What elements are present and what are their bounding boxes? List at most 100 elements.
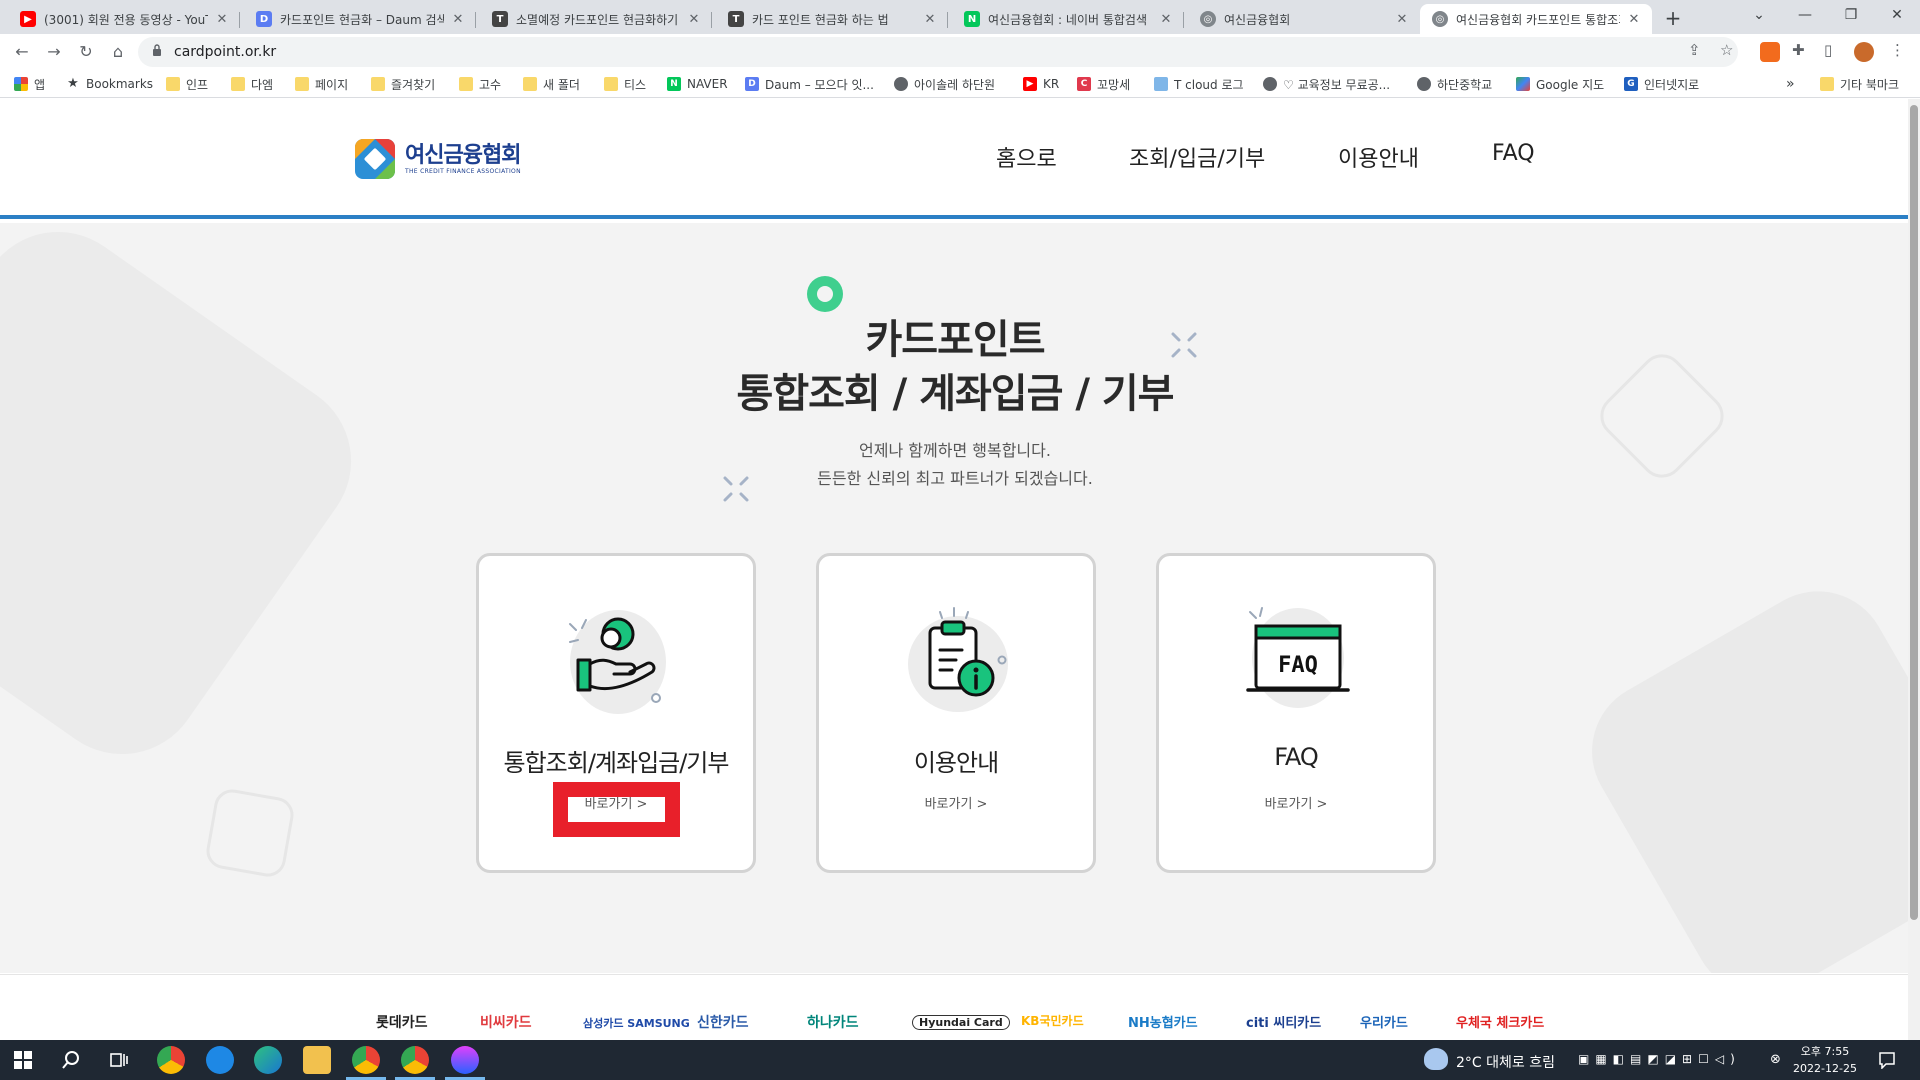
partner-logo[interactable]: NH농협카드 bbox=[1128, 1012, 1198, 1031]
forward-button[interactable]: → bbox=[42, 40, 66, 64]
card-go-link[interactable]: 바로가기 > bbox=[1159, 793, 1433, 812]
site-logo[interactable]: 여신금융협회 THE CREDIT FINANCE ASSOCIATION bbox=[355, 139, 521, 179]
new-tab-button[interactable]: + bbox=[1660, 6, 1686, 32]
bookmark-item[interactable]: G 인터넷지로 bbox=[1624, 75, 1699, 93]
nav-lookup-deposit-donate[interactable]: 조회/입금/기부 bbox=[1129, 141, 1265, 173]
tab-search-button[interactable]: ⌄ bbox=[1736, 0, 1782, 34]
bookmark-item[interactable]: 즐겨찾기 bbox=[371, 75, 435, 93]
drop-app-icon[interactable] bbox=[451, 1046, 479, 1074]
share-icon[interactable]: ⇪ bbox=[1688, 41, 1701, 59]
logo-english-text: THE CREDIT FINANCE ASSOCIATION bbox=[405, 167, 521, 175]
folder-icon bbox=[1820, 77, 1834, 91]
extensions-puzzle-icon[interactable]: ✚ bbox=[1792, 41, 1805, 59]
bookmark-item[interactable]: 다엠 bbox=[231, 75, 273, 93]
chrome-profile-icon[interactable] bbox=[401, 1046, 429, 1074]
action-center-icon[interactable] bbox=[1878, 1051, 1896, 1069]
edge-icon[interactable] bbox=[254, 1046, 282, 1074]
close-tab-icon[interactable]: ✕ bbox=[1158, 12, 1174, 27]
browser-tab[interactable]: D 카드포인트 현금화 – Daum 검색 ✕ bbox=[244, 4, 476, 34]
bookmark-item[interactable]: 페이지 bbox=[295, 75, 348, 93]
partner-logo[interactable]: 신한카드 bbox=[697, 1012, 749, 1032]
browser-tab[interactable]: ▶ (3001) 회원 전용 동영상 - YouTube ✕ bbox=[8, 4, 240, 34]
partner-logo[interactable]: 롯데카드 bbox=[376, 1012, 428, 1032]
search-icon[interactable] bbox=[62, 1051, 80, 1069]
close-tab-icon[interactable]: ✕ bbox=[214, 12, 230, 27]
internet-explorer-icon[interactable] bbox=[206, 1046, 234, 1074]
reload-button[interactable]: ↻ bbox=[74, 40, 98, 64]
minimize-button[interactable]: — bbox=[1782, 0, 1828, 34]
partner-logo[interactable]: 우리카드 bbox=[1360, 1012, 1408, 1031]
page-scrollbar[interactable] bbox=[1908, 99, 1920, 1040]
background-shape bbox=[0, 223, 383, 786]
close-tab-icon[interactable]: ✕ bbox=[1394, 12, 1410, 27]
restore-button[interactable]: ❐ bbox=[1828, 0, 1874, 34]
bookmark-item[interactable]: 하단중학교 bbox=[1417, 75, 1492, 93]
menu-kebab-icon[interactable]: ⋮ bbox=[1890, 41, 1905, 59]
nav-faq[interactable]: FAQ bbox=[1492, 141, 1535, 166]
card-go-link[interactable]: 바로가기 > bbox=[819, 793, 1093, 812]
card-guide[interactable]: 이용안내 바로가기 > bbox=[816, 553, 1096, 873]
nav-guide[interactable]: 이용안내 bbox=[1338, 141, 1419, 173]
browser-tab[interactable]: N 여신금융협회 : 네이버 통합검색 ✕ bbox=[952, 4, 1184, 34]
other-bookmarks[interactable]: 기타 북마크 bbox=[1820, 75, 1899, 93]
profile-avatar[interactable] bbox=[1854, 42, 1874, 62]
bookmark-item[interactable]: 새 폴더 bbox=[523, 75, 580, 93]
bookmark-item[interactable]: ▶ KR bbox=[1023, 75, 1059, 93]
bookmark-item[interactable]: 아이솔레 하단원 bbox=[894, 75, 995, 93]
bookmark-item[interactable]: ♡ 교육정보 무료공... bbox=[1263, 75, 1390, 93]
hero-title: 카드포인트 통합조회 / 계좌입금 / 기부 bbox=[736, 317, 1175, 417]
bookmark-item[interactable]: 티스 bbox=[604, 75, 646, 93]
close-window-button[interactable]: ✕ bbox=[1874, 0, 1920, 34]
bookmark-item[interactable]: 인프 bbox=[166, 75, 208, 93]
windows-start-icon[interactable] bbox=[14, 1051, 32, 1069]
partner-logo[interactable]: Hyundai Card bbox=[912, 1015, 1010, 1030]
site-header: 여신금융협회 THE CREDIT FINANCE ASSOCIATION 홈으… bbox=[0, 99, 1920, 219]
bookmark-item[interactable]: T cloud 로그 bbox=[1154, 75, 1244, 93]
partner-logo[interactable]: KB국민카드 bbox=[1021, 1012, 1084, 1029]
bookmark-star-icon[interactable]: ☆ bbox=[1720, 41, 1733, 59]
weather-cloud-icon[interactable] bbox=[1424, 1048, 1448, 1070]
chrome-window-icon[interactable] bbox=[352, 1046, 380, 1074]
weather-text[interactable]: 2°C 대체로 흐림 bbox=[1456, 1052, 1555, 1072]
file-explorer-icon[interactable] bbox=[303, 1046, 331, 1074]
chrome-icon[interactable] bbox=[157, 1046, 185, 1074]
card-faq[interactable]: FAQ FAQ 바로가기 > bbox=[1156, 553, 1436, 873]
side-panel-icon[interactable]: ▯ bbox=[1824, 41, 1832, 59]
logo-korean-text: 여신금융협회 bbox=[405, 142, 521, 168]
card-title: FAQ bbox=[1274, 743, 1319, 771]
partner-logo[interactable]: 우체국 체크카드 bbox=[1456, 1012, 1544, 1031]
taskbar-clock[interactable]: 오후 7:55 2022-12-25 bbox=[1790, 1043, 1860, 1077]
green-circle-decoration bbox=[807, 276, 843, 312]
close-tab-icon[interactable]: ✕ bbox=[450, 12, 466, 27]
close-tab-icon[interactable]: ✕ bbox=[686, 12, 702, 27]
partner-logo[interactable]: 비씨카드 bbox=[480, 1012, 532, 1032]
system-tray-icons[interactable]: ▣▦◧▤◩◪⊞☐◁) bbox=[1578, 1052, 1741, 1066]
close-tab-icon[interactable]: ✕ bbox=[922, 12, 938, 27]
browser-tab[interactable]: T 카드 포인트 현금화 하는 법 ✕ bbox=[716, 4, 948, 34]
close-tab-icon[interactable]: ✕ bbox=[1626, 12, 1642, 27]
partner-logo[interactable]: citi 씨티카드 bbox=[1246, 1012, 1321, 1031]
browser-tab-active[interactable]: ◎ 여신금융협회 카드포인트 통합조회 ✕ bbox=[1420, 4, 1652, 34]
bookmark-item[interactable]: Google 지도 bbox=[1516, 75, 1604, 93]
bookmark-item[interactable]: ★ Bookmarks bbox=[66, 75, 153, 93]
task-view-icon[interactable] bbox=[110, 1051, 128, 1069]
bookmark-item[interactable]: C 꼬망세 bbox=[1077, 75, 1130, 93]
bookmark-item[interactable]: 고수 bbox=[459, 75, 501, 93]
scrollbar-thumb[interactable] bbox=[1910, 105, 1918, 920]
highlight-box bbox=[553, 782, 680, 837]
bookmarks-overflow-button[interactable]: » bbox=[1786, 75, 1795, 93]
address-bar[interactable]: cardpoint.or.kr bbox=[138, 37, 1738, 67]
partner-logo[interactable]: 하나카드 bbox=[807, 1012, 859, 1032]
extension-icon[interactable] bbox=[1760, 42, 1780, 62]
notification-close-icon[interactable]: ⊗ bbox=[1770, 1052, 1781, 1067]
bookmark-item[interactable]: N NAVER bbox=[667, 75, 728, 93]
back-button[interactable]: ← bbox=[10, 40, 34, 64]
card-lookup-deposit-donate[interactable]: 통합조회/계좌입금/기부 바로가기 > bbox=[476, 553, 756, 873]
nav-home[interactable]: 홈으로 bbox=[996, 141, 1057, 173]
browser-tab[interactable]: T 소멸예정 카드포인트 현금화하기 ✕ bbox=[480, 4, 712, 34]
bookmark-item[interactable]: 앱 bbox=[14, 75, 45, 93]
partner-logo[interactable]: 삼성카드 SAMSUNG bbox=[583, 1015, 690, 1031]
bookmark-item[interactable]: D Daum – 모으다 잇... bbox=[745, 75, 874, 93]
home-button[interactable]: ⌂ bbox=[106, 40, 130, 64]
browser-tab[interactable]: ◎ 여신금융협회 ✕ bbox=[1188, 4, 1420, 34]
